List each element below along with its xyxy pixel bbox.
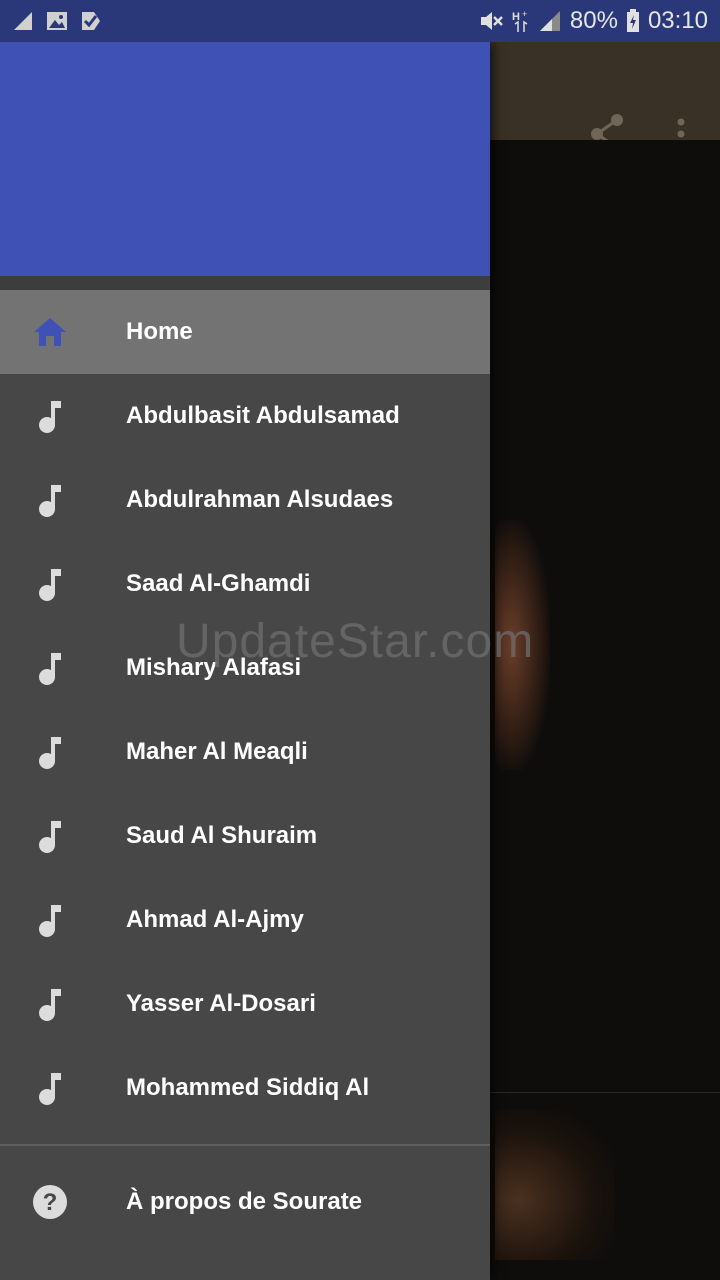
nav-item-about[interactable]: ? À propos de Sourate [0,1160,490,1244]
svg-text:?: ? [43,1189,58,1216]
nav-item-label: Abdulrahman Alsudaes [126,486,394,513]
nav-item-reciter[interactable]: Abdulbasit Abdulsamad [0,374,490,458]
image-icon [47,12,67,30]
svg-text:H: H [512,11,520,23]
music-note-icon [30,564,70,604]
svg-text:?: ? [13,15,20,27]
music-note-icon [30,1068,70,1108]
nav-item-reciter[interactable]: Yasser Al-Dosari [0,962,490,1046]
music-note-icon [30,732,70,772]
music-note-icon [30,816,70,856]
nav-item-label: À propos de Sourate [126,1188,363,1215]
nav-item-label: Home [126,318,193,345]
nav-item-reciter[interactable]: Abdulrahman Alsudaes [0,458,490,542]
music-note-icon [30,480,70,520]
svg-text:+: + [522,9,527,19]
help-icon: ? [30,1182,70,1222]
mute-icon [480,12,503,30]
nav-item-label: Saad Al-Ghamdi [126,570,311,597]
nav-item-label: Maher Al Meaqli [126,738,308,765]
music-note-icon [30,396,70,436]
check-flag-icon [82,12,100,30]
watermark: UpdateStar.com [176,615,535,668]
signal-unknown-icon: ? [13,12,32,30]
music-note-icon [30,984,70,1024]
nav-item-home[interactable]: Home [0,290,490,374]
music-note-icon [30,900,70,940]
clock: 03:10 [647,7,708,34]
home-icon [30,312,70,352]
battery-percent: 80% [569,7,618,34]
signal-icon [539,11,560,31]
nav-item-label: Yasser Al-Dosari [126,990,316,1017]
nav-item-reciter[interactable]: Mohammed Siddiq Al [0,1046,490,1130]
nav-item-reciter[interactable]: Ahmad Al-Ajmy [0,878,490,962]
content-divider [490,1092,720,1093]
battery-icon [626,9,639,32]
nav-item-label: Mohammed Siddiq Al [126,1074,370,1101]
background-image-fragment [495,1110,615,1260]
nav-item-reciter[interactable]: Maher Al Meaqli [0,710,490,794]
music-note-icon [30,648,70,688]
drawer-header-shadow [0,276,490,290]
nav-item-label: Saud Al Shuraim [126,822,318,849]
status-bar: ? H + 80% 03:10 [0,0,720,42]
h-plus-icon: H + [512,9,528,32]
drawer-divider [0,1144,490,1146]
nav-item-label: Ahmad Al-Ajmy [126,906,304,933]
drawer-header [0,42,490,276]
nav-item-label: Abdulbasit Abdulsamad [126,402,400,429]
nav-item-reciter[interactable]: Saud Al Shuraim [0,794,490,878]
